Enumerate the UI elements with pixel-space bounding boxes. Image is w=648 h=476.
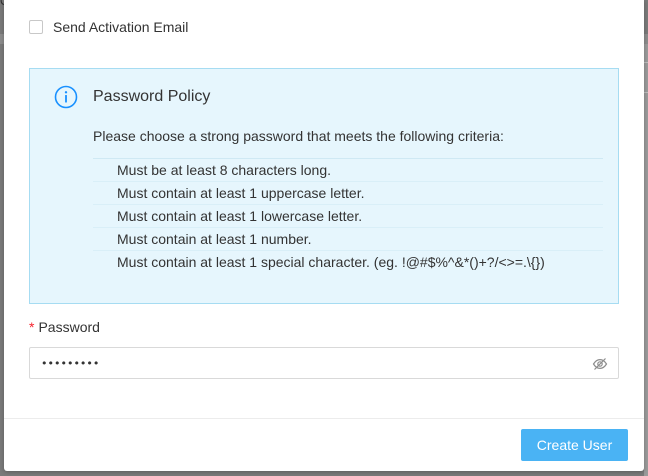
backdrop-divider bbox=[644, 62, 648, 63]
info-circle-icon bbox=[54, 85, 78, 109]
password-label: * Password bbox=[29, 319, 100, 335]
send-activation-email-checkbox[interactable]: Send Activation Email bbox=[29, 19, 188, 35]
eye-invisible-icon[interactable] bbox=[592, 356, 608, 372]
criteria-item: Must contain at least 1 special characte… bbox=[93, 250, 603, 273]
checkbox-label: Send Activation Email bbox=[53, 19, 189, 35]
password-label-text: Password bbox=[38, 319, 100, 335]
footer-divider bbox=[4, 418, 644, 419]
criteria-item: Must be at least 8 characters long. bbox=[93, 158, 603, 181]
password-field[interactable] bbox=[29, 347, 619, 379]
criteria-item: Must contain at least 1 number. bbox=[93, 227, 603, 250]
backdrop-divider bbox=[644, 92, 648, 93]
checkbox-box[interactable] bbox=[29, 20, 43, 34]
password-input[interactable] bbox=[30, 348, 581, 378]
criteria-item: Must contain at least 1 uppercase letter… bbox=[93, 181, 603, 204]
backdrop-panel bbox=[644, 44, 648, 476]
create-user-modal: Send Activation Email Password Policy Pl… bbox=[4, 0, 644, 471]
required-mark: * bbox=[29, 319, 35, 335]
criteria-item: Must contain at least 1 lowercase letter… bbox=[93, 204, 603, 227]
policy-description: Please choose a strong password that mee… bbox=[93, 128, 504, 144]
criteria-list: Must be at least 8 characters long. Must… bbox=[93, 158, 603, 273]
password-policy-alert: Password Policy Please choose a strong p… bbox=[29, 68, 619, 304]
policy-title: Password Policy bbox=[93, 88, 211, 105]
create-user-button[interactable]: Create User bbox=[521, 429, 628, 461]
